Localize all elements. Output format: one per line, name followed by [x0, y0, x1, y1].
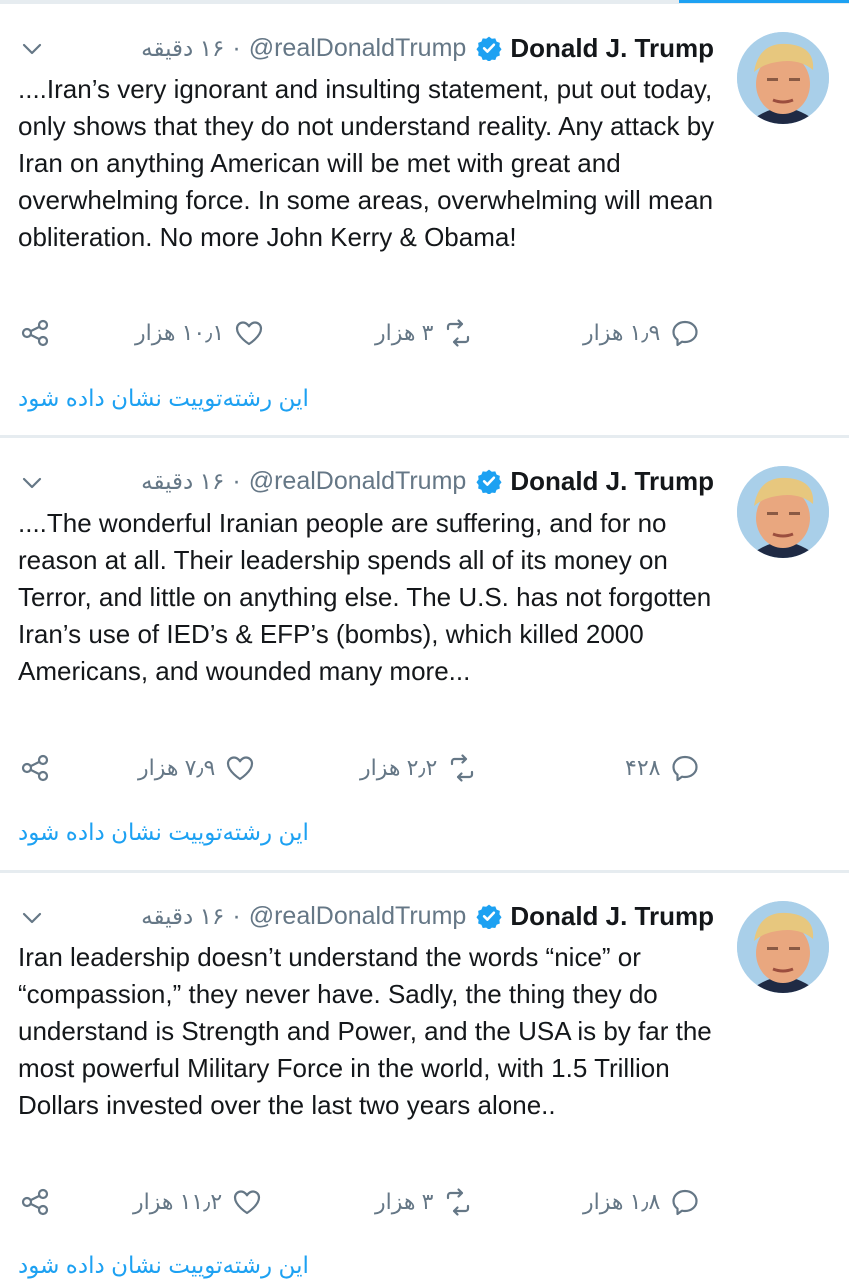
retweet-icon — [451, 754, 474, 782]
chevron-down-icon[interactable] — [20, 37, 44, 61]
like-count: ۷٫۹ هزار — [138, 755, 216, 780]
retweet-button[interactable]: ۲٫۲ هزار — [360, 748, 477, 788]
header-separator: · — [232, 901, 241, 930]
tweet-timestamp[interactable]: ۱۶ دقیقه — [141, 35, 224, 62]
like-icon — [234, 1190, 261, 1215]
like-button[interactable]: ۷٫۹ هزار — [138, 748, 255, 788]
reply-count: ۴۲۸ — [625, 755, 661, 780]
avatar-image — [737, 901, 829, 993]
share-button[interactable] — [20, 1182, 50, 1222]
tweet-actions: ۱۰٫۱ هزار ۳ هزار ۱٫۹ هزار — [0, 313, 849, 353]
chevron-down-icon[interactable] — [20, 471, 44, 495]
share-icon — [21, 1188, 49, 1216]
like-count: ۱۱٫۲ هزار — [133, 1189, 223, 1214]
retweet-icon — [447, 319, 470, 347]
retweet-icon — [447, 1188, 470, 1216]
author-name[interactable]: Donald J. Trump — [510, 466, 714, 497]
author-handle[interactable]: @realDonaldTrump — [249, 34, 467, 63]
retweet-button[interactable]: ۳ هزار — [375, 1182, 473, 1222]
verified-badge-icon — [476, 36, 502, 61]
retweet-button[interactable]: ۳ هزار — [375, 313, 473, 353]
reply-count: ۱٫۸ هزار — [583, 1189, 661, 1214]
retweet-count: ۳ هزار — [375, 1189, 434, 1214]
reply-button[interactable]: ۴۲۸ — [625, 748, 700, 788]
share-icon — [21, 319, 49, 347]
tweet-header: ۱۶ دقیقه · @realDonaldTrump Donald J. Tr… — [141, 463, 714, 499]
avatar-image — [737, 466, 829, 558]
reply-icon — [672, 755, 699, 782]
share-button[interactable] — [20, 748, 50, 788]
tweet-actions: ۷٫۹ هزار ۲٫۲ هزار ۴۲۸ — [0, 748, 849, 788]
tweet-text: ....Iran’s very ignorant and insulting s… — [18, 74, 715, 252]
verified-badge-icon — [476, 904, 502, 929]
tweet-text: Iran leadership doesn’t understand the w… — [18, 942, 712, 1120]
avatar[interactable] — [737, 901, 829, 993]
reply-count: ۱٫۹ هزار — [583, 320, 661, 345]
show-thread-link[interactable]: این رشته‌توییت نشان داده شود — [18, 385, 309, 412]
tweet-card[interactable]: ۱۶ دقیقه · @realDonaldTrump Donald J. Tr… — [0, 438, 849, 870]
share-icon — [21, 754, 49, 782]
like-count: ۱۰٫۱ هزار — [135, 320, 225, 345]
chevron-down-icon[interactable] — [20, 906, 44, 930]
reply-icon — [672, 320, 698, 347]
avatar-image — [737, 32, 829, 124]
like-button[interactable]: ۱۱٫۲ هزار — [133, 1182, 262, 1222]
avatar[interactable] — [737, 32, 829, 124]
show-thread-link[interactable]: این رشته‌توییت نشان داده شود — [18, 1252, 309, 1279]
tweet-header: ۱۶ دقیقه · @realDonaldTrump Donald J. Tr… — [141, 898, 714, 934]
tweet-card[interactable]: ۱۶ دقیقه · @realDonaldTrump Donald J. Tr… — [0, 873, 849, 1280]
author-name[interactable]: Donald J. Trump — [510, 901, 714, 932]
tweet-timestamp[interactable]: ۱۶ دقیقه — [141, 468, 224, 495]
reply-button[interactable]: ۱٫۸ هزار — [583, 1182, 700, 1222]
header-separator: · — [232, 33, 241, 62]
author-handle[interactable]: @realDonaldTrump — [249, 467, 467, 496]
reply-icon — [672, 1189, 698, 1216]
verified-badge-icon — [476, 469, 502, 494]
show-thread-link[interactable]: این رشته‌توییت نشان داده شود — [18, 819, 309, 846]
reply-button[interactable]: ۱٫۹ هزار — [583, 313, 700, 353]
tweet-header: ۱۶ دقیقه · @realDonaldTrump Donald J. Tr… — [141, 30, 714, 66]
share-button[interactable] — [20, 313, 50, 353]
retweet-count: ۳ هزار — [375, 320, 434, 345]
tweet-timestamp[interactable]: ۱۶ دقیقه — [141, 903, 224, 930]
like-button[interactable]: ۱۰٫۱ هزار — [135, 313, 264, 353]
like-icon — [227, 756, 254, 781]
tweet-text: ....The wonderful Iranian people are suf… — [18, 508, 712, 686]
retweet-count: ۲٫۲ هزار — [360, 755, 438, 780]
tweet-actions: ۱۱٫۲ هزار ۳ هزار ۱٫۸ هزار — [0, 1182, 849, 1222]
author-name[interactable]: Donald J. Trump — [510, 33, 714, 64]
tweet-card[interactable]: ۱۶ دقیقه · @realDonaldTrump Donald J. Tr… — [0, 0, 849, 435]
like-icon — [236, 321, 263, 346]
header-separator: · — [232, 466, 241, 495]
author-handle[interactable]: @realDonaldTrump — [249, 902, 467, 931]
avatar[interactable] — [737, 466, 829, 558]
